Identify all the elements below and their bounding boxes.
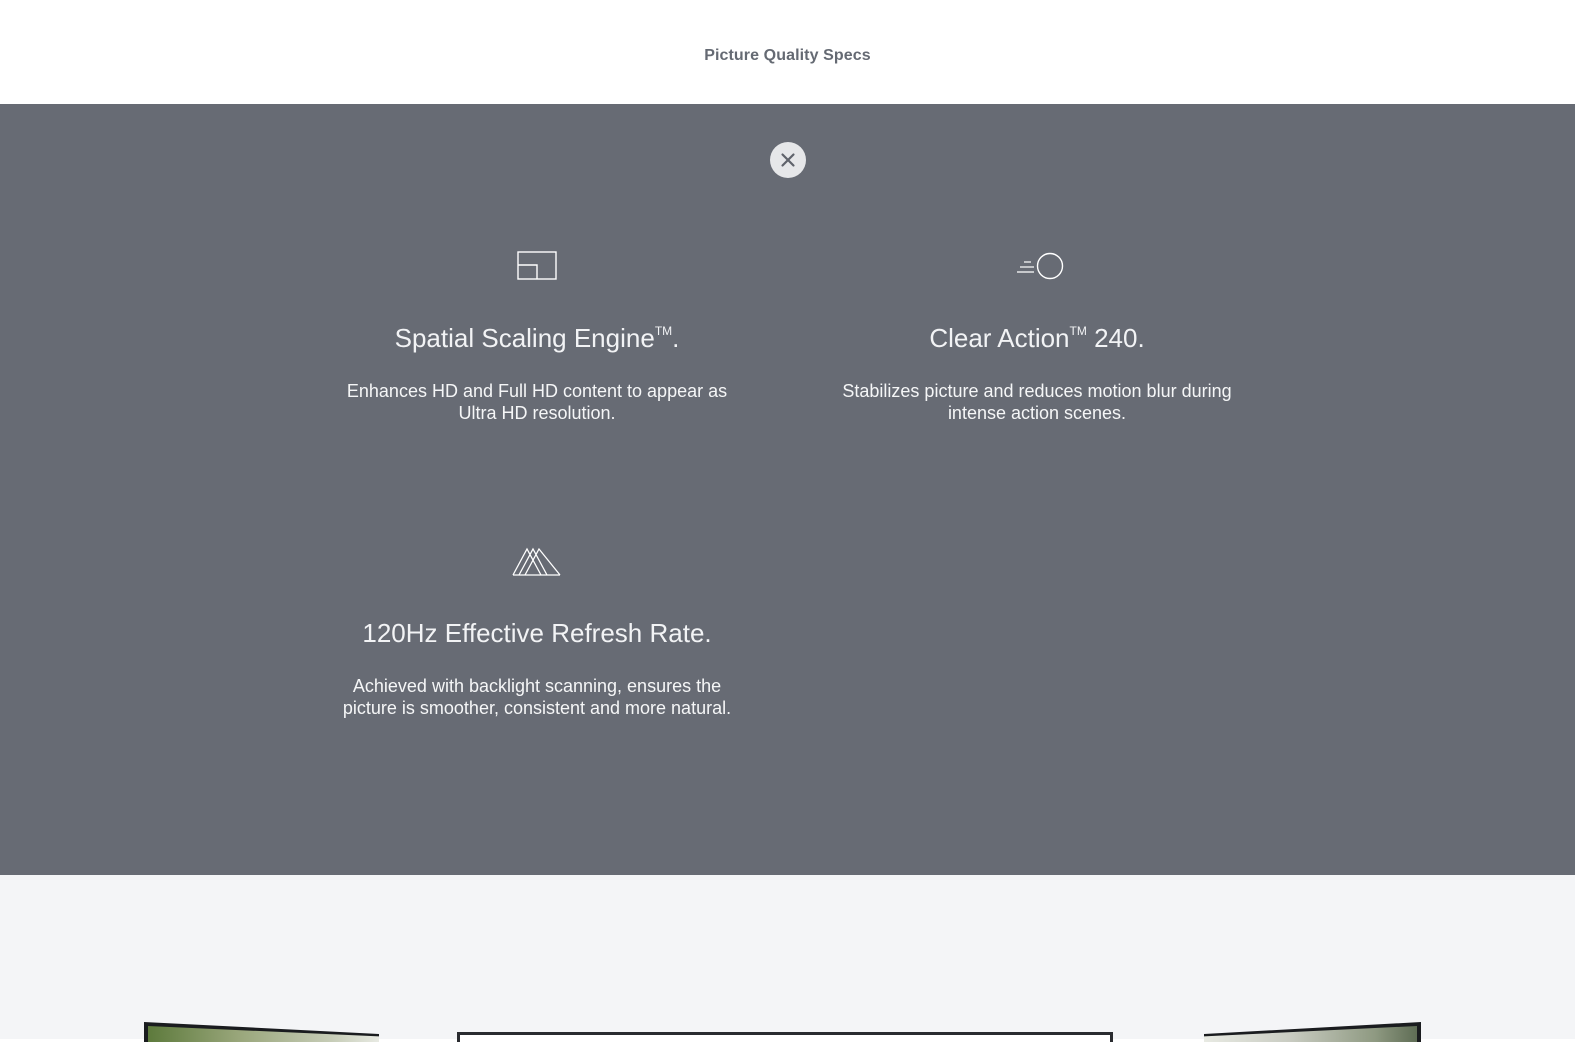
- feature-title: Clear ActionTM 240.: [929, 323, 1145, 353]
- feature-description: Enhances HD and Full HD content to appea…: [346, 381, 728, 423]
- close-icon: [781, 153, 795, 167]
- tv-product-image-right[interactable]: [1204, 1022, 1421, 1042]
- trademark-mark: TM: [654, 324, 673, 338]
- tv-product-image-center[interactable]: [457, 1032, 1113, 1042]
- mountains-icon: [327, 543, 747, 583]
- feature-clear-action: Clear ActionTM 240. Stabilizes picture a…: [827, 248, 1247, 424]
- feature-title: Spatial Scaling EngineTM.: [394, 323, 680, 353]
- close-button[interactable]: [770, 142, 806, 178]
- screen-scaling-icon: [327, 248, 747, 288]
- motion-ball-icon: [827, 248, 1247, 288]
- trademark-mark: TM: [1069, 324, 1087, 338]
- feature-refresh-rate: 120Hz Effective Refresh Rate. Achieved w…: [327, 543, 747, 719]
- tv-gallery: [0, 875, 1575, 1042]
- picture-quality-specs-panel: Spatial Scaling EngineTM. Enhances HD an…: [0, 104, 1575, 875]
- feature-description: Stabilizes picture and reduces motion bl…: [842, 381, 1232, 423]
- feature-title: 120Hz Effective Refresh Rate.: [362, 618, 712, 648]
- feature-spatial-scaling-engine: Spatial Scaling EngineTM. Enhances HD an…: [327, 248, 747, 424]
- page-title: Picture Quality Specs: [704, 47, 871, 64]
- tv-product-image-left[interactable]: [144, 1022, 379, 1042]
- feature-description: Achieved with backlight scanning, ensure…: [342, 676, 732, 718]
- page-header: Picture Quality Specs: [0, 0, 1575, 104]
